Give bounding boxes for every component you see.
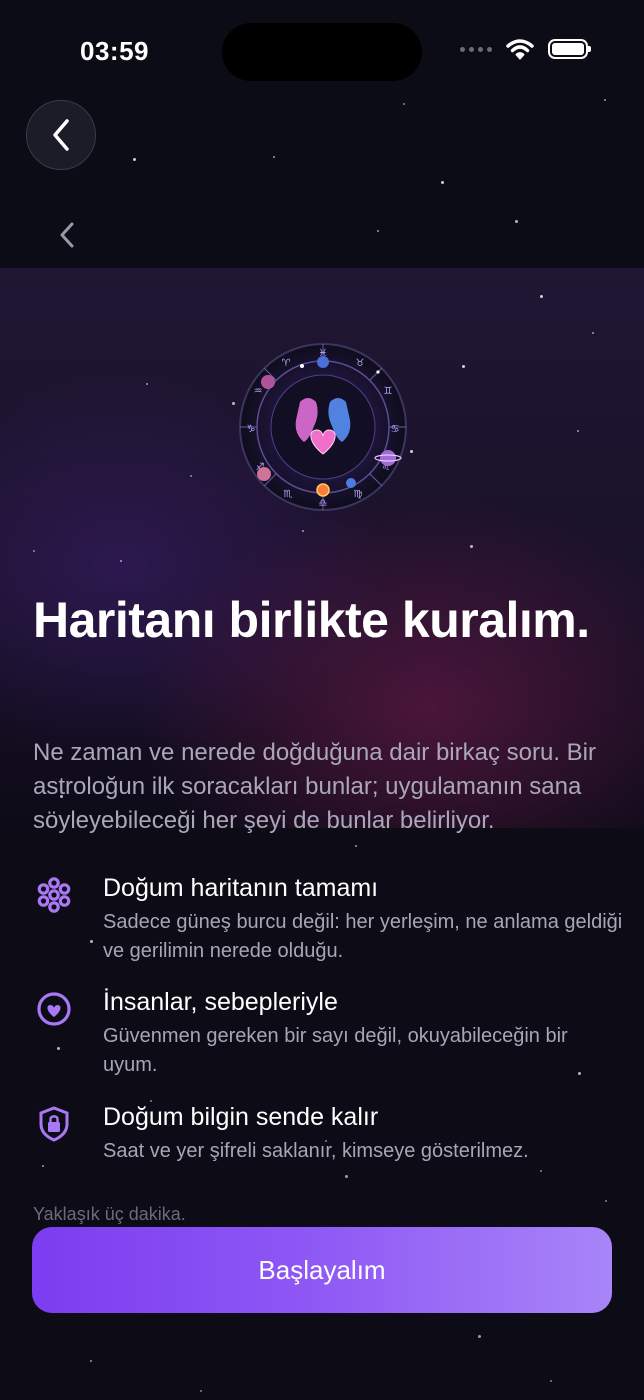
svg-text:♋: ♋ <box>391 424 400 435</box>
feature-description: Güvenmen gereken bir sayı değil, okuyabi… <box>103 1025 568 1076</box>
feature-item-privacy: Doğum bilgin sende kalır Saat ve yer şif… <box>33 1103 623 1173</box>
back-button[interactable] <box>26 100 96 170</box>
dynamic-island <box>222 23 422 81</box>
feature-item-people: İnsanlar, sebepleriyle Güvenmen gereken … <box>33 988 623 1078</box>
page-title: Haritanı birlikte kuralım. <box>33 592 590 648</box>
nav-back-button[interactable] <box>54 218 80 252</box>
chevron-left-icon <box>60 222 74 248</box>
feature-description: Saat ve yer şifreli saklanır, kimseye gö… <box>103 1140 529 1162</box>
zodiac-couple-emblem-icon: ♓♉♊ ♋♌♍ ♎♏♐ ♑♒♈ <box>239 343 407 511</box>
svg-text:♍: ♍ <box>354 489 363 500</box>
feature-title: İnsanlar, sebepleriyle <box>103 988 338 1016</box>
cellular-signal-icon <box>460 46 492 52</box>
svg-text:♊: ♊ <box>384 386 393 397</box>
chevron-left-icon <box>53 119 69 151</box>
flower-pattern-icon <box>33 874 75 916</box>
duration-note: Yaklaşık üç dakika. <box>33 1204 186 1224</box>
svg-text:♉: ♉ <box>356 358 365 369</box>
feature-title: Doğum haritanın tamamı <box>103 874 379 902</box>
feature-title: Doğum bilgin sende kalır <box>103 1103 379 1131</box>
svg-text:♎: ♎ <box>319 498 328 509</box>
start-button[interactable]: Başlayalım <box>32 1227 612 1313</box>
svg-text:♏: ♏ <box>284 489 293 500</box>
svg-text:♈: ♈ <box>282 358 291 369</box>
feature-item-full-chart: Doğum haritanın tamamı Sadece güneş burc… <box>33 874 623 964</box>
heart-circle-icon <box>33 988 75 1030</box>
status-icons <box>460 38 591 60</box>
lock-shield-icon <box>33 1103 75 1145</box>
wifi-icon <box>506 39 534 60</box>
svg-text:♑: ♑ <box>247 424 256 435</box>
battery-icon <box>548 39 591 59</box>
feature-description: Sadece güneş burcu değil: her yerleşim, … <box>103 911 623 962</box>
status-time: 03:59 <box>80 36 149 66</box>
page-subtitle: Ne zaman ve nerede doğduğuna dair birkaç… <box>33 739 596 834</box>
svg-text:♒: ♒ <box>254 386 263 397</box>
